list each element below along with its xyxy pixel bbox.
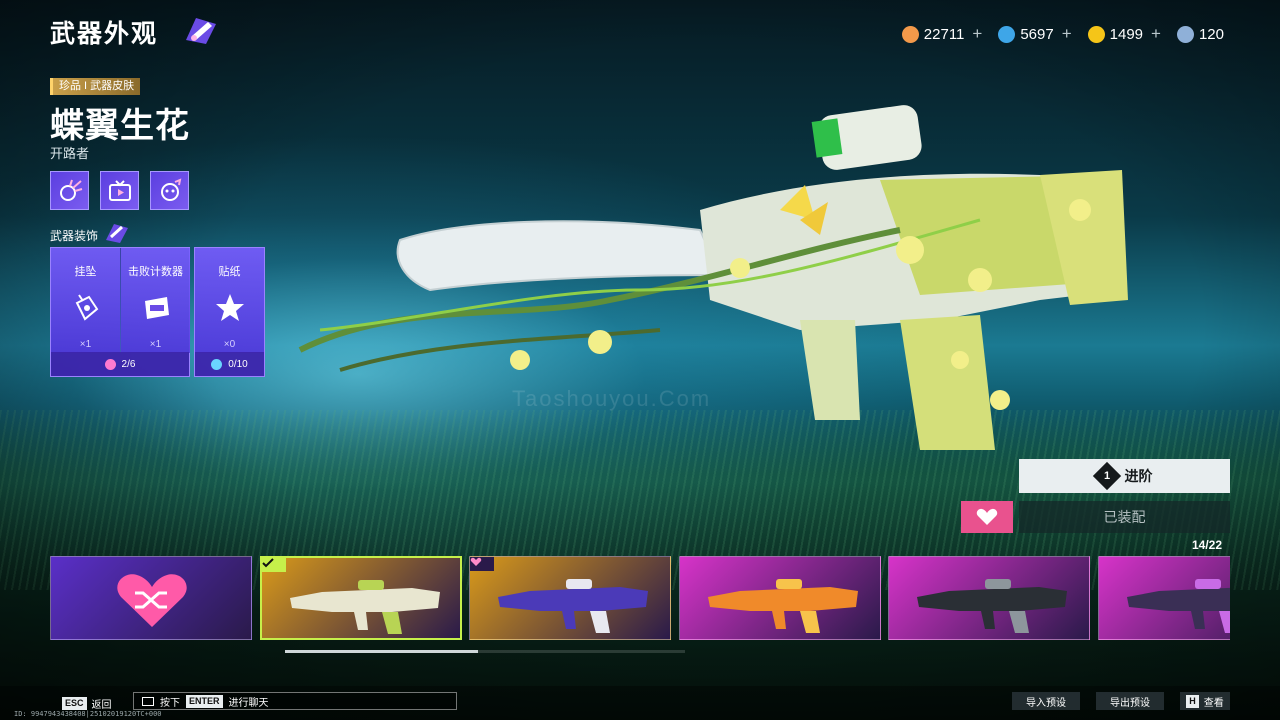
currency-bar: 22711 +5697 +1499 +120: [901, 24, 1224, 44]
feature-tv-screen[interactable]: [100, 171, 139, 210]
skin-thumbnail: [917, 579, 1067, 633]
attachment-count: 2/6: [121, 358, 136, 370]
weapon-preview[interactable]: [280, 90, 1160, 470]
currency-value: 5697: [1020, 25, 1054, 43]
ticket-icon: [1176, 25, 1194, 43]
decoration-slot-counter[interactable]: 击败计数器 ×1: [121, 248, 190, 353]
slot-label: 挂坠: [74, 266, 97, 278]
export-preset-button[interactable]: 导出预设: [1096, 692, 1164, 710]
slot-count: ×1: [149, 339, 162, 350]
face-badge-icon: [160, 177, 181, 201]
esc-key: ESC: [62, 697, 87, 710]
feature-face-badge[interactable]: [150, 171, 189, 210]
slot-count: ×0: [223, 339, 236, 350]
skin-card[interactable]: [1097, 556, 1230, 640]
shuffle-heart-icon: [117, 574, 187, 627]
weapon-type: 开路者: [50, 146, 90, 161]
sticker-icon: [215, 294, 244, 321]
add-currency-button[interactable]: +: [972, 24, 982, 44]
advance-level-badge: 1: [1092, 461, 1121, 491]
slot-count: ×1: [79, 339, 92, 350]
advance-button[interactable]: 1 进阶: [1019, 459, 1230, 493]
spray-can-icon: [106, 224, 128, 243]
pendant-icon: [75, 294, 98, 321]
add-currency-button[interactable]: +: [1062, 24, 1072, 44]
back-hint[interactable]: ESC 返回: [62, 696, 112, 711]
chat-label: 进行聊天: [228, 697, 269, 709]
back-label: 返回: [91, 700, 112, 711]
currency-1: 5697 +: [998, 24, 1072, 44]
decoration-panel-attachments: 挂坠 ×1 击败计数器 ×1 2/6: [50, 247, 190, 377]
skin-thumbnail: [707, 579, 858, 633]
paint-brush-icon: [186, 18, 216, 44]
skin-card[interactable]: [259, 556, 462, 640]
currency-3: 120: [1176, 25, 1224, 43]
skin-thumbnail: [289, 580, 440, 634]
currency-0: 22711 +: [901, 24, 982, 44]
check-icon: [261, 558, 286, 572]
decoration-panel-stickers: 贴纸 ×0 0/10: [194, 247, 265, 377]
h-key: H: [1186, 694, 1199, 708]
skin-gallery: [50, 556, 1230, 640]
sticker-count: 0/10: [228, 358, 248, 370]
attachment-count-icon: [104, 358, 116, 370]
skin-thumbnail: [498, 579, 648, 633]
blue-token-icon: [998, 25, 1016, 43]
slot-label: 击败计数器: [128, 266, 183, 278]
slot-label: 贴纸: [218, 266, 241, 278]
decoration-footer-right: 0/10: [195, 352, 264, 376]
decoration-slot-pendant[interactable]: 挂坠 ×1: [51, 248, 120, 353]
decoration-slot-sticker[interactable]: 贴纸 ×0: [195, 248, 264, 353]
currency-2: 1499 +: [1087, 24, 1161, 44]
page-title: 武器外观: [50, 20, 159, 48]
lightning-coin-icon: [1087, 25, 1105, 43]
chat-icon: [142, 696, 154, 706]
enter-key: ENTER: [186, 694, 223, 708]
skin-thumbnail: [1126, 579, 1230, 633]
feature-burst-effect[interactable]: [50, 171, 89, 210]
gear-coin-icon: [901, 25, 919, 43]
currency-value: 22711: [923, 25, 965, 43]
skin-count: 14/22: [1192, 538, 1223, 552]
skin-card[interactable]: [888, 556, 1090, 640]
import-preset-button[interactable]: 导入预设: [1012, 692, 1080, 710]
heart-icon: [470, 557, 494, 571]
gallery-scrollbar[interactable]: [285, 650, 685, 653]
random-skin-card[interactable]: [50, 556, 252, 640]
skin-name: 蝶翼生花: [50, 107, 190, 145]
heart-icon: [976, 508, 998, 525]
skin-card[interactable]: [678, 556, 881, 640]
gallery-scrollbar-thumb[interactable]: [285, 650, 478, 653]
rarity-tag: 珍品 I 武器皮肤: [50, 78, 141, 95]
watermark: Taoshouyou.Com: [512, 386, 712, 411]
add-currency-button[interactable]: +: [1151, 24, 1161, 44]
skin-card[interactable]: [469, 556, 671, 640]
view-label: 查看: [1203, 697, 1224, 709]
decoration-title: 武器装饰: [50, 229, 99, 243]
view-button[interactable]: H 查看: [1180, 692, 1230, 710]
currency-value: 120: [1198, 25, 1224, 43]
favorite-button[interactable]: [961, 501, 1013, 533]
chat-input[interactable]: 按下 ENTER 进行聊天: [133, 692, 457, 710]
chat-press-label: 按下: [160, 697, 180, 709]
sticker-stack-icon: [211, 358, 223, 370]
burst-effect-icon: [59, 179, 82, 201]
currency-value: 1499: [1109, 25, 1144, 43]
advance-label: 进阶: [1124, 468, 1153, 484]
user-id: ID: 9947943438408|25102019120TC+000: [14, 710, 162, 718]
feature-icons: [50, 171, 189, 210]
equipped-button[interactable]: 已装配: [1019, 501, 1230, 533]
tv-screen-icon: [108, 179, 131, 201]
counter-icon: [144, 297, 169, 319]
decoration-footer-left: 2/6: [51, 352, 189, 376]
